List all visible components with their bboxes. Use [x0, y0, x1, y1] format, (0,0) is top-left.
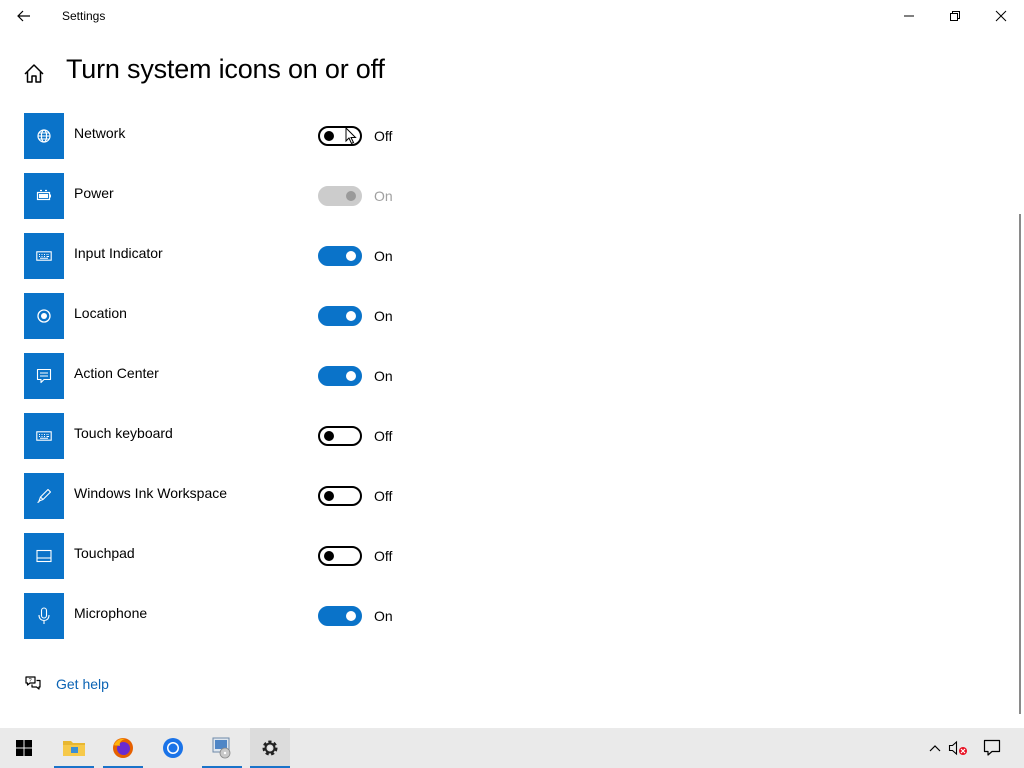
scrollbar[interactable]: [1019, 214, 1021, 714]
notifications-icon: [983, 739, 1001, 756]
toggle-state-label: On: [374, 608, 393, 624]
setting-label: Location: [74, 305, 127, 321]
microphone-toggle[interactable]: [318, 606, 362, 626]
close-button[interactable]: [978, 0, 1024, 32]
keyboard-icon: [24, 413, 64, 459]
setting-row-windows-ink: Windows Ink Workspace Off: [24, 473, 444, 519]
get-help-link[interactable]: Get help: [56, 676, 109, 692]
setting-row-action-center: Action Center On: [24, 353, 444, 399]
setting-label: Microphone: [74, 605, 148, 621]
back-button[interactable]: [8, 0, 40, 32]
setting-label: Power: [74, 185, 114, 201]
mouse-cursor-icon: [345, 127, 357, 145]
setting-row-touchpad: Touchpad Off: [24, 533, 444, 579]
taskbar-installer[interactable]: [202, 728, 242, 768]
power-toggle: [318, 186, 362, 206]
location-toggle[interactable]: [318, 306, 362, 326]
globe-icon: [24, 113, 64, 159]
touchpad-icon: [24, 533, 64, 579]
toggle-state-label: On: [374, 188, 393, 204]
location-icon: [24, 293, 64, 339]
minimize-icon: [904, 15, 914, 17]
help-chat-icon: ?: [25, 676, 41, 690]
taskbar-file-explorer[interactable]: [54, 728, 94, 768]
close-icon: [995, 10, 1007, 22]
chevron-up-icon: [929, 745, 941, 752]
setting-label: Input Indicator: [74, 245, 163, 261]
volume-button[interactable]: [946, 728, 970, 768]
action-center-icon: [24, 353, 64, 399]
microphone-icon: [24, 593, 64, 639]
setting-label: Network: [74, 125, 126, 141]
toggle-state-label: On: [374, 308, 393, 324]
show-hidden-icons-button[interactable]: [924, 728, 946, 768]
setting-row-network: Network Off: [24, 113, 444, 159]
taskbar: [0, 728, 1024, 768]
window-title: Settings: [62, 9, 106, 23]
volume-muted-icon: [948, 740, 967, 756]
firefox-icon: [113, 738, 133, 758]
toggle-state-label: On: [374, 368, 393, 384]
taskbar-firefox[interactable]: [103, 728, 143, 768]
installer-icon: [212, 737, 231, 759]
setting-row-input-indicator: Input Indicator On: [24, 233, 444, 279]
setting-row-microphone: Microphone On: [24, 593, 444, 639]
windows-ink-toggle[interactable]: [318, 486, 362, 506]
action-center-toggle[interactable]: [318, 366, 362, 386]
setting-label: Touch keyboard: [74, 425, 173, 441]
toggle-state-label: Off: [374, 128, 393, 144]
battery-icon: [24, 173, 64, 219]
action-center-button[interactable]: [978, 728, 1006, 768]
restore-icon: [950, 11, 960, 21]
title-bar: Settings: [0, 0, 1024, 32]
settings-window: Settings Turn system icons on or off Net…: [0, 0, 1024, 728]
page-title: Turn system icons on or off: [66, 54, 385, 84]
setting-label: Windows Ink Workspace: [74, 485, 228, 501]
file-explorer-icon: [63, 741, 85, 756]
pen-icon: [24, 473, 64, 519]
home-button[interactable]: [22, 62, 46, 86]
svg-text:?: ?: [29, 678, 32, 684]
setting-row-power: Power On: [24, 173, 444, 219]
touchpad-toggle[interactable]: [318, 546, 362, 566]
home-icon: [24, 64, 44, 83]
toggle-state-label: Off: [374, 428, 393, 444]
back-arrow-icon: [17, 10, 30, 22]
setting-row-location: Location On: [24, 293, 444, 339]
setting-row-touch-keyboard: Touch keyboard Off: [24, 413, 444, 459]
start-icon: [16, 740, 32, 756]
minimize-button[interactable]: [886, 0, 932, 32]
toggle-state-label: Off: [374, 548, 393, 564]
toggle-state-label: On: [374, 248, 393, 264]
settings-icon: [262, 740, 278, 756]
chrome-icon: [163, 738, 183, 758]
start-button[interactable]: [4, 728, 44, 768]
restore-button[interactable]: [932, 0, 978, 32]
setting-label: Action Center: [74, 365, 159, 381]
touch-keyboard-toggle[interactable]: [318, 426, 362, 446]
taskbar-chrome[interactable]: [153, 728, 193, 768]
keyboard-icon: [24, 233, 64, 279]
taskbar-settings[interactable]: [250, 728, 290, 768]
setting-label: Touchpad: [74, 545, 135, 561]
input-indicator-toggle[interactable]: [318, 246, 362, 266]
toggle-state-label: Off: [374, 488, 393, 504]
